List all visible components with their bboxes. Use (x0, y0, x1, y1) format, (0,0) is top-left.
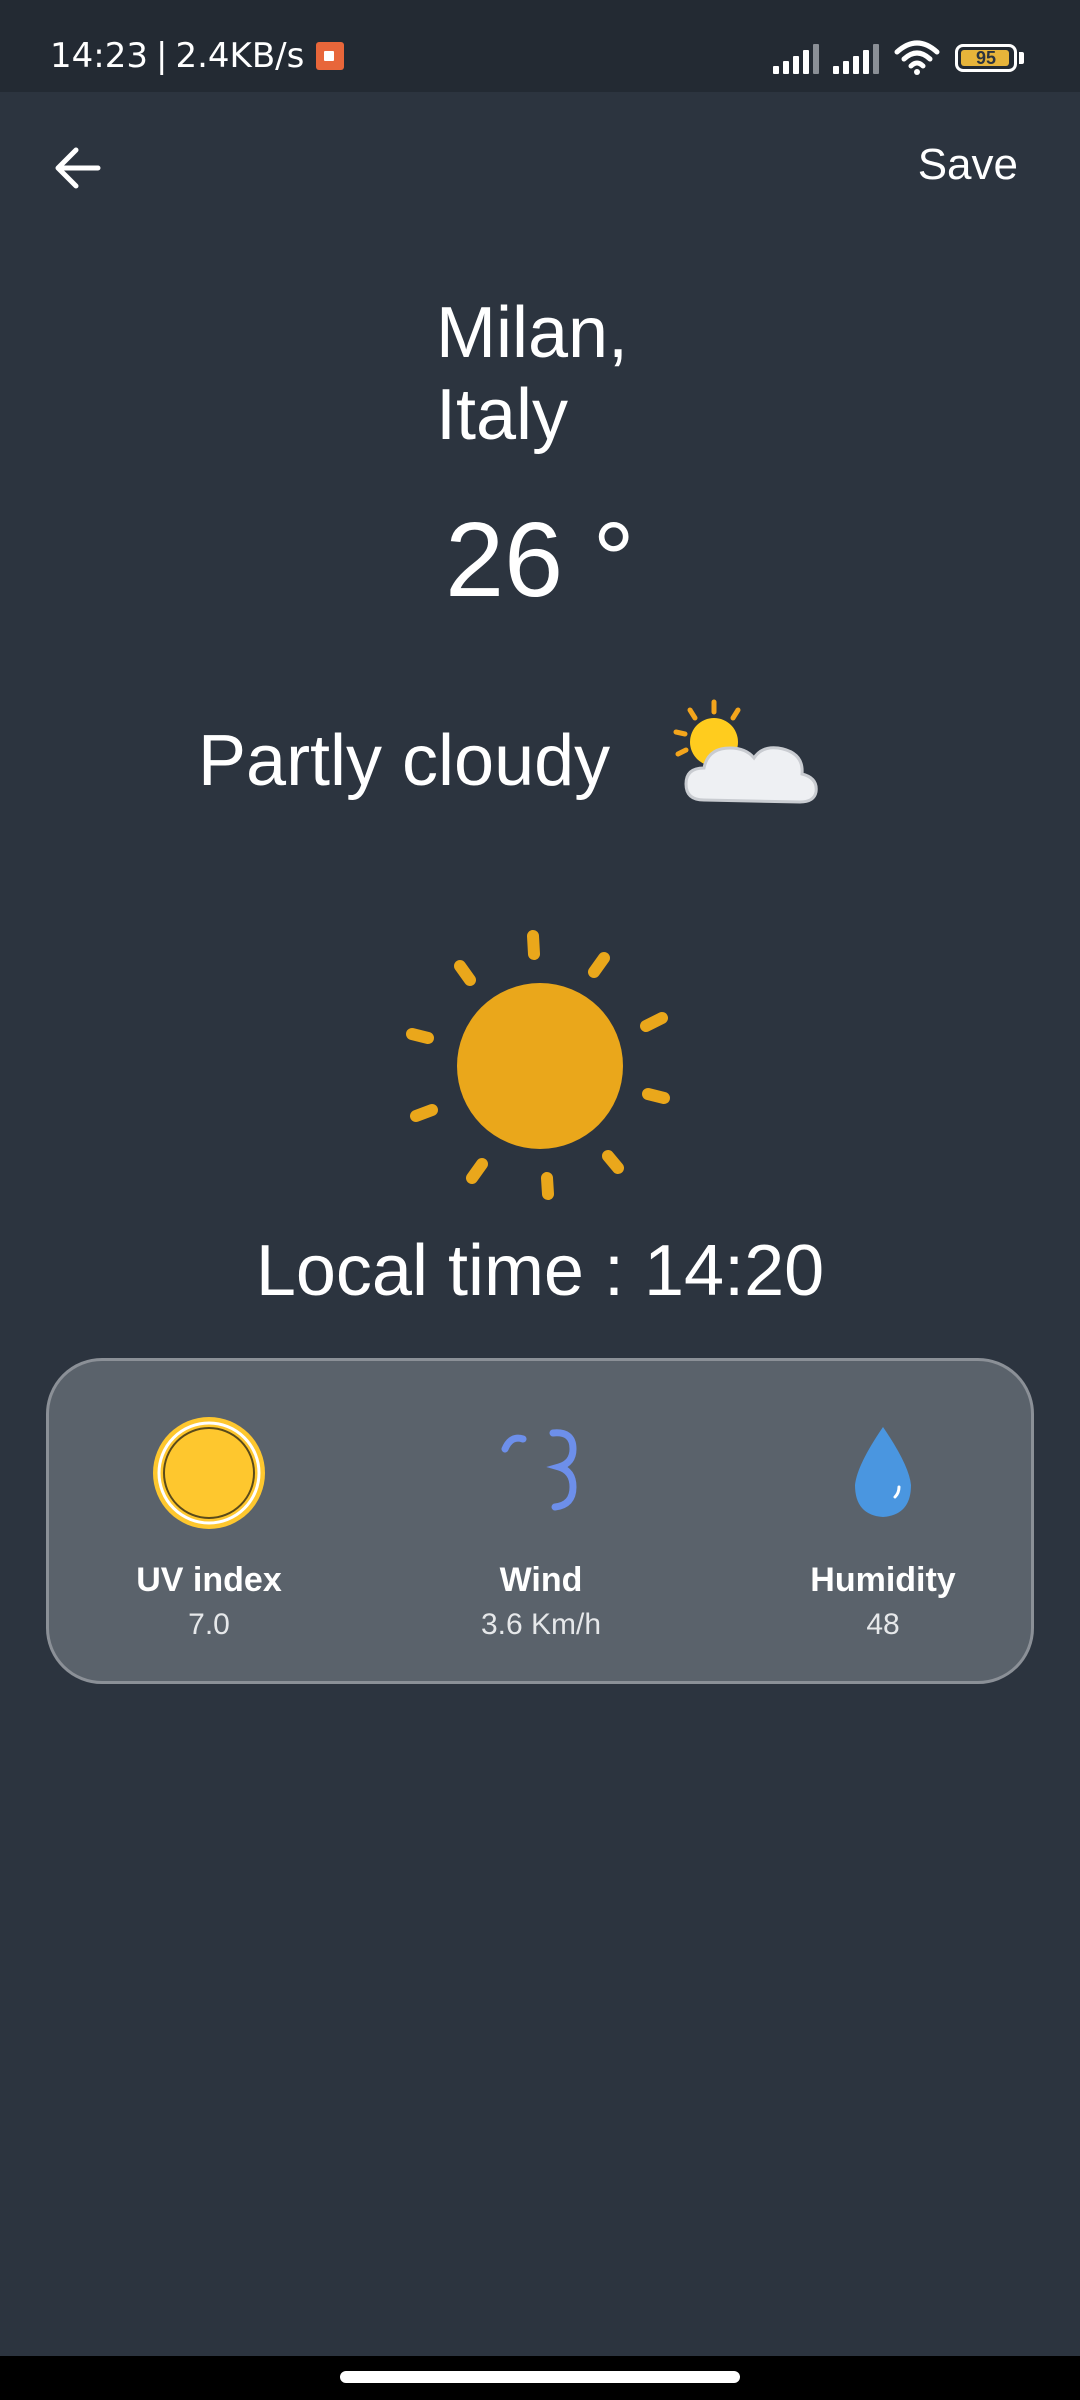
sun-behind-cloud-icon (673, 699, 818, 804)
metric-label: Humidity (810, 1561, 956, 1599)
arrow-left-icon (55, 147, 101, 189)
metric-value: 7.0 (188, 1608, 230, 1641)
sun-icon (406, 930, 670, 1200)
battery-percent: 95 (975, 48, 997, 68)
water-drop-icon (855, 1427, 911, 1517)
home-indicator[interactable] (340, 2371, 740, 2383)
uv-index-metric: UV index 7.0 (79, 1413, 339, 1642)
country-line: Italy (436, 375, 569, 455)
signal-icon (773, 42, 819, 74)
network-speed: 2.4KB/s (175, 36, 305, 76)
uv-sun-icon (153, 1417, 265, 1529)
battery-nub (1019, 52, 1024, 64)
city-line: Milan, (436, 293, 629, 373)
status-bar: 14:23 | 2.4KB/s 95 (0, 0, 1080, 92)
metric-value: 48 (866, 1608, 900, 1641)
screen-record-icon (316, 42, 345, 70)
metric-label: Wind (499, 1561, 583, 1599)
signal-icon (833, 42, 879, 74)
wind-icon (501, 1429, 577, 1511)
metric-value: 3.6 Km/h (480, 1608, 602, 1641)
metric-label: UV index (136, 1561, 282, 1599)
wifi-icon (894, 40, 940, 75)
weather-details-card: UV index 7.0 Wind 3.6 Km/h Humidity 48 (46, 1358, 1034, 1684)
city-name: Milan, Italy (436, 292, 628, 456)
back-button[interactable] (48, 138, 108, 198)
humidity-metric: Humidity 48 (753, 1413, 1013, 1642)
status-time: 14:23 (50, 36, 148, 76)
save-button[interactable]: Save (918, 140, 1018, 190)
weather-detail-screen: 14:23 | 2.4KB/s 95 Save Milan, Italy 26 … (0, 0, 1080, 2400)
temperature: 26 ° (445, 501, 635, 619)
wind-metric: Wind 3.6 Km/h (411, 1413, 671, 1642)
status-separator: | (155, 36, 168, 76)
battery-icon: 95 (955, 44, 1017, 72)
local-time: Local time : 14:20 (255, 1231, 825, 1311)
status-left: 14:23 | 2.4KB/s (50, 36, 345, 76)
weather-condition: Partly cloudy (198, 721, 611, 801)
status-right: 95 (773, 40, 1024, 76)
